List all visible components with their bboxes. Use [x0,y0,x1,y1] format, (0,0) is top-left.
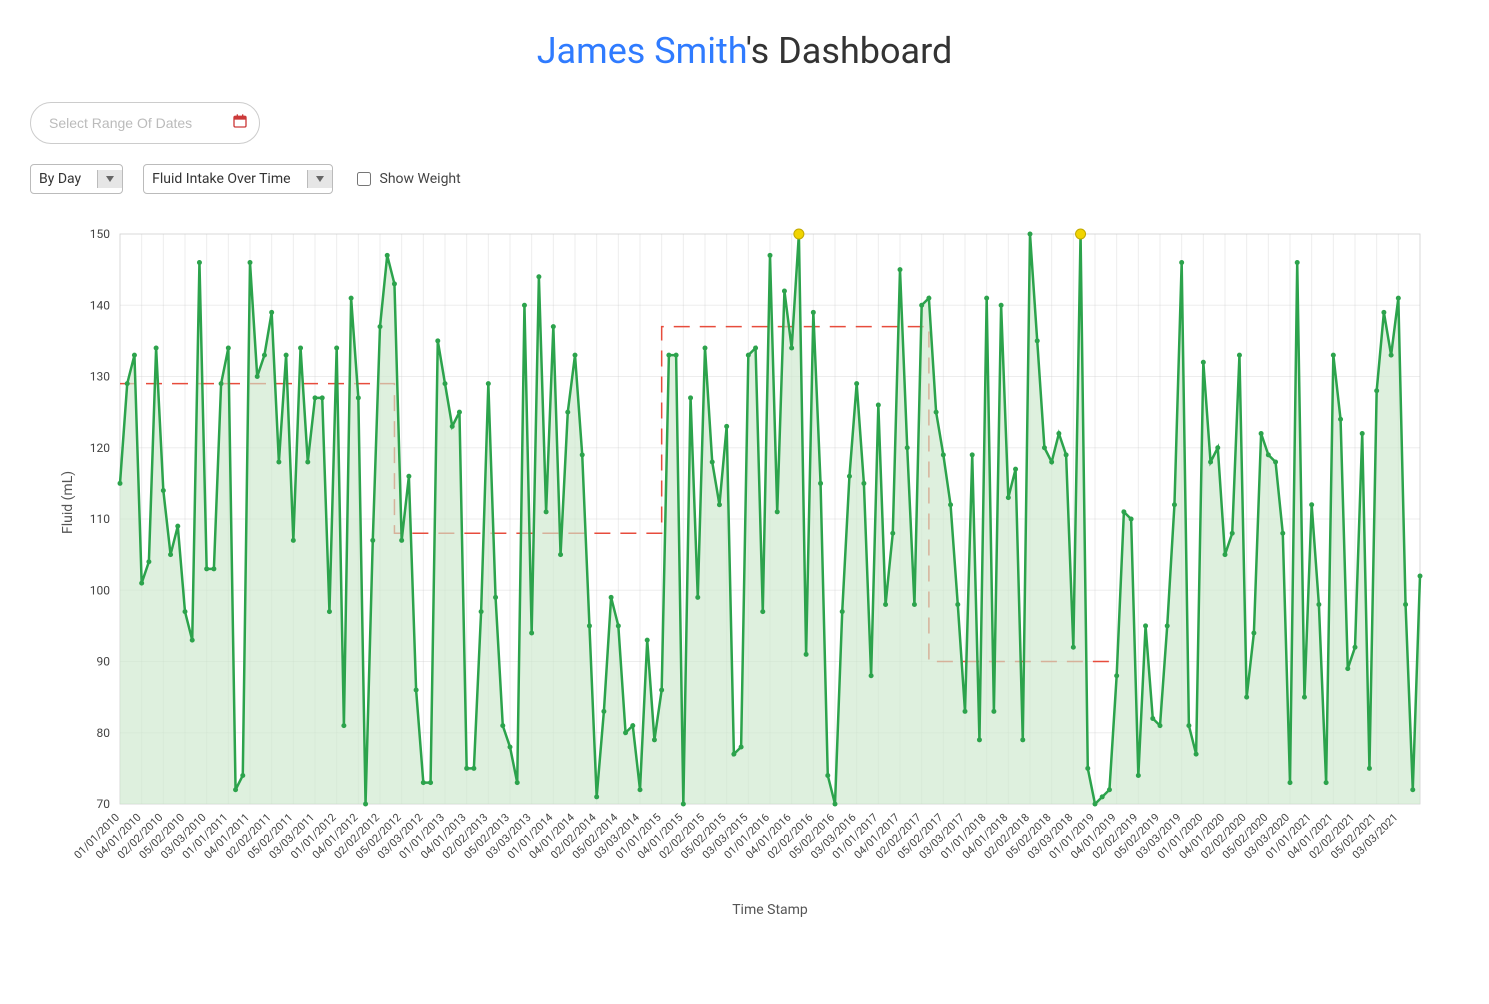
calendar-icon [232,113,248,133]
y-axis-label: Fluid (mL) [60,471,76,534]
show-weight-label: Show Weight [380,171,461,187]
svg-text:80: 80 [97,726,111,740]
chevron-down-icon [307,170,332,188]
show-weight-checkbox[interactable] [357,172,371,186]
x-axis-label: Time Stamp [732,902,808,918]
date-range-picker[interactable] [30,102,260,144]
svg-text:140: 140 [90,298,110,312]
chevron-down-icon [97,170,122,188]
page-title-user: James Smith [537,30,746,72]
svg-text:110: 110 [90,512,110,526]
svg-text:130: 130 [90,370,110,384]
controls-bar: By Day Fluid Intake Over Time Show Weigh… [30,102,1459,194]
group-by-select[interactable]: By Day [30,164,123,194]
svg-text:100: 100 [90,583,110,597]
group-by-value: By Day [39,171,81,187]
svg-text:120: 120 [90,441,110,455]
metric-value: Fluid Intake Over Time [152,171,290,187]
metric-select[interactable]: Fluid Intake Over Time [143,164,332,194]
page-title-suffix: 's Dashboard [746,30,953,72]
svg-text:70: 70 [97,797,111,811]
date-range-input[interactable] [47,114,232,132]
svg-text:90: 90 [97,655,111,669]
fluid-intake-chart: Fluid (mL) 708090100110120130140150 01/0… [50,214,1450,994]
show-weight-toggle[interactable]: Show Weight [353,169,461,189]
page-title: James Smith's Dashboard [30,30,1459,72]
svg-text:150: 150 [90,227,110,241]
